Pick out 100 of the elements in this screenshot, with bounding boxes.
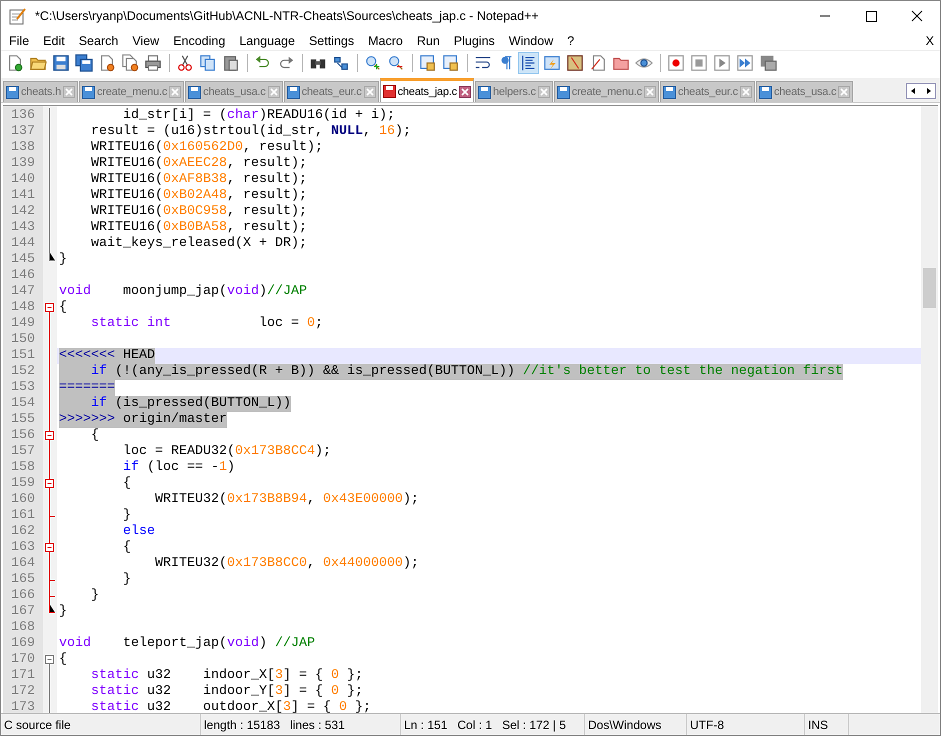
code-line: } [122, 508, 131, 524]
grid-save-icon [758, 54, 776, 72]
copy-button[interactable] [197, 52, 218, 74]
fold-toggle-icon[interactable] [45, 652, 54, 668]
line-number: 138 [10, 140, 36, 156]
line-number: 147 [10, 284, 36, 300]
code-line: { [59, 300, 67, 316]
line-number: 140 [10, 172, 36, 188]
cursor-column-label: Col : 1 [457, 718, 492, 732]
line-number: 136 [10, 108, 36, 124]
line-number: 157 [10, 444, 36, 460]
record-button[interactable] [665, 52, 686, 74]
menu-item[interactable]: View [125, 34, 166, 48]
sync-vertical-button[interactable] [417, 52, 438, 74]
encoding-label: UTF-8 [687, 714, 805, 735]
code-line: wait_keys_released(X + DR); [90, 236, 307, 252]
line-number: 142 [10, 204, 36, 220]
stop-icon [690, 54, 708, 72]
fold-toggle-icon[interactable] [45, 540, 54, 556]
line-number: 164 [10, 556, 36, 572]
line-number: 146 [10, 268, 36, 284]
code-line: { [90, 428, 99, 444]
printer-button[interactable] [142, 52, 163, 74]
code-line: result = (u16)strtoul(id_str, NULL, 16); [90, 124, 411, 140]
menu-item[interactable]: Run [410, 34, 447, 48]
close-all-button[interactable] [119, 52, 140, 74]
printer-icon [144, 54, 162, 72]
floppy-icon [556, 86, 570, 98]
fold-toggle-icon[interactable] [45, 300, 54, 316]
line-number: 154 [10, 396, 36, 412]
line-number: 137 [10, 124, 36, 140]
lightning-window-icon [542, 54, 560, 72]
code-line: { [122, 476, 131, 492]
code-line: WRITEU16(0xAEEC28, result); [90, 156, 307, 172]
line-number: 152 [10, 364, 36, 380]
line-number: 143 [10, 220, 36, 236]
menu-item[interactable]: ? [560, 34, 582, 48]
menu-item[interactable]: Encoding [166, 34, 232, 48]
line-number: 160 [10, 492, 36, 508]
code-line: loc = READU32(0x173B8CC4); [122, 444, 331, 460]
floppy-icon [662, 86, 676, 98]
code-line: } [122, 572, 131, 588]
code-line: static u32 outdoor_X[3] = { 0 }; [90, 700, 371, 713]
line-number: 172 [10, 684, 36, 700]
save-icon [52, 54, 70, 72]
copy-icon [198, 54, 216, 72]
fast-forward-icon [736, 54, 754, 72]
code-line: WRITEU16(0xB02A48, result); [90, 188, 307, 204]
sync-horizontal-icon [442, 54, 460, 72]
menu-item[interactable]: File [2, 34, 36, 48]
tab-scroll-buttons[interactable] [906, 83, 936, 99]
save-all-button[interactable] [73, 52, 94, 74]
menu-item[interactable]: Language [232, 34, 302, 48]
map-button[interactable] [564, 52, 585, 74]
length-label: length : 15183 [204, 718, 280, 732]
line-number: 145 [10, 252, 36, 268]
code-line: WRITEU16(0xB0BA58, result); [90, 220, 307, 236]
menu-item[interactable]: Macro [361, 34, 410, 48]
line-number: 167 [10, 604, 36, 620]
sync-vertical-icon [418, 54, 436, 72]
fold-toggle-icon[interactable] [45, 476, 54, 492]
close-document-button[interactable]: X [926, 34, 940, 48]
menu-item[interactable]: Window [502, 34, 560, 48]
line-number: 163 [10, 540, 36, 556]
line-number: 161 [10, 508, 36, 524]
indent-guide-button[interactable] [518, 52, 539, 74]
line-number: 158 [10, 460, 36, 476]
record-icon [666, 54, 684, 72]
notepad-icon [9, 7, 27, 25]
menu-item[interactable]: Search [72, 34, 126, 48]
line-number: 144 [10, 236, 36, 252]
menu-item[interactable]: Plugins [446, 34, 502, 48]
file-tab[interactable]: cheats_jap.c [380, 78, 474, 102]
line-number: 166 [10, 588, 36, 604]
line-number: 156 [10, 428, 36, 444]
close-tab-icon[interactable] [458, 86, 471, 98]
file-type-label: C source file [1, 714, 201, 735]
stop-button[interactable] [688, 52, 709, 74]
code-line: { [59, 652, 67, 668]
code-line: } [59, 604, 67, 620]
line-number: 165 [10, 572, 36, 588]
code-line: else [122, 524, 155, 540]
line-number: 155 [10, 412, 36, 428]
menu-item[interactable]: Edit [36, 34, 72, 48]
line-number: 149 [10, 316, 36, 332]
replace-icon [332, 54, 350, 72]
line-number: 148 [10, 300, 36, 316]
line-ending-label: Dos\Windows [585, 714, 687, 735]
vertical-scrollbar[interactable] [921, 106, 938, 713]
scrollbar-thumb[interactable] [923, 268, 936, 308]
line-number: 173 [10, 700, 36, 713]
selection-label: Sel : 172 | 5 [502, 718, 566, 732]
play-button[interactable] [711, 52, 732, 74]
play-icon [712, 54, 730, 72]
code-line: } [59, 252, 67, 268]
sync-horizontal-button[interactable] [440, 52, 461, 74]
menu-item[interactable]: Settings [302, 34, 362, 48]
fast-forward-button[interactable] [734, 52, 755, 74]
save-button[interactable] [50, 52, 71, 74]
fold-toggle-icon[interactable] [45, 428, 54, 444]
